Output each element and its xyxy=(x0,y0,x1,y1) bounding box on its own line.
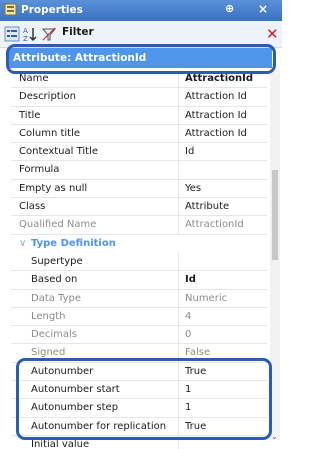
property-name: Decimals xyxy=(31,329,77,341)
property-row[interactable]: Qualified Name AttractionId xyxy=(11,216,267,235)
svg-text:Z: Z xyxy=(23,35,28,42)
property-name: Qualified Name xyxy=(19,219,97,231)
property-name: Empty as null xyxy=(19,182,88,194)
property-name: Supertype xyxy=(31,255,83,267)
property-name: Contextual Title xyxy=(19,146,99,158)
property-row[interactable]: Data Type Numeric xyxy=(11,289,267,308)
categorized-view-icon[interactable] xyxy=(4,26,20,42)
property-value[interactable]: 0 xyxy=(178,326,267,344)
property-name: Class xyxy=(19,201,46,213)
property-row[interactable]: Column title Attraction Id xyxy=(11,124,267,144)
property-value[interactable]: Id xyxy=(178,271,267,289)
scrollbar-thumb[interactable] xyxy=(272,170,278,260)
property-name: Formula xyxy=(19,164,60,176)
property-row[interactable]: Based on Id xyxy=(11,271,267,290)
property-row[interactable]: Contextual Title Id xyxy=(11,143,267,162)
property-value[interactable] xyxy=(178,161,267,179)
clear-filter-icon[interactable]: ✕ xyxy=(266,25,279,43)
property-row[interactable]: Supertype xyxy=(11,252,267,272)
property-row[interactable]: Formula xyxy=(11,161,267,180)
property-name: Column title xyxy=(19,127,81,139)
property-name: Based on xyxy=(31,274,78,286)
property-value[interactable]: Numeric xyxy=(178,289,267,307)
property-value[interactable]: Attraction Id xyxy=(178,106,267,124)
property-row[interactable]: Length 4 xyxy=(11,307,267,327)
property-name: Data Type xyxy=(31,292,82,304)
property-value[interactable]: Attribute xyxy=(178,198,267,216)
property-row[interactable]: Empty as null Yes xyxy=(11,179,267,199)
property-row[interactable]: Description Attraction Id xyxy=(11,88,267,107)
sort-alphabetical-icon[interactable]: A Z xyxy=(22,26,38,42)
properties-icon xyxy=(4,3,17,16)
property-value[interactable]: Yes xyxy=(178,179,267,198)
property-row[interactable]: Decimals 0 xyxy=(11,326,267,345)
property-value[interactable]: AttractionId xyxy=(178,216,267,234)
svg-text:A: A xyxy=(23,27,28,35)
pin-icon[interactable]: ⊕ xyxy=(225,2,234,15)
properties-title-bar: Properties ⊕ × xyxy=(0,0,282,21)
property-name: Title xyxy=(19,109,41,121)
header-highlight-frame xyxy=(6,44,276,74)
property-row[interactable]: Title Attraction Id xyxy=(11,106,267,125)
autonumber-highlight-frame xyxy=(16,358,272,440)
property-value[interactable]: Attraction Id xyxy=(178,124,267,143)
property-name: Length xyxy=(31,310,66,322)
property-value[interactable]: 4 xyxy=(178,307,267,326)
chevron-down-icon[interactable]: ∨ xyxy=(19,235,26,253)
property-row[interactable]: Class Attribute xyxy=(11,198,267,217)
close-icon[interactable]: × xyxy=(258,2,268,16)
panel-title: Properties xyxy=(21,4,83,16)
filter-label[interactable]: Filter xyxy=(62,26,94,38)
property-name: Description xyxy=(19,91,76,103)
scroll-down-arrow-icon[interactable]: ⌄ xyxy=(271,432,278,441)
filter-icon[interactable] xyxy=(41,26,57,42)
property-value[interactable]: Id xyxy=(178,143,267,161)
section-header-type-definition[interactable]: ∨ Type Definition xyxy=(11,235,267,253)
property-value[interactable]: Attraction Id xyxy=(178,88,267,106)
property-name: Type Definition xyxy=(31,237,116,249)
property-value[interactable] xyxy=(178,252,267,271)
